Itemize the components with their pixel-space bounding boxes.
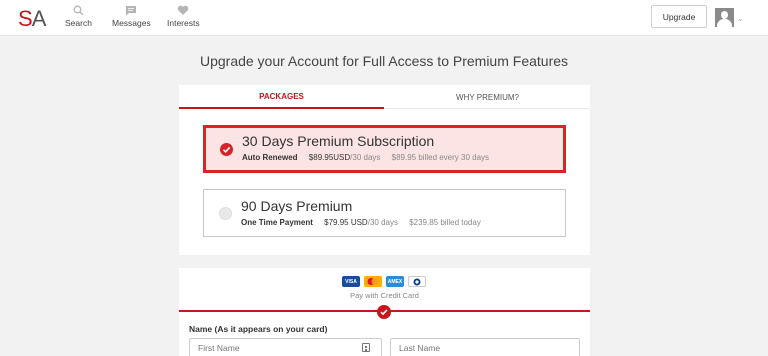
nav-messages[interactable]: Messages — [112, 5, 151, 28]
logo[interactable]: SA — [18, 6, 47, 32]
name-on-card-label: Name (As it appears on your card) — [189, 324, 328, 334]
pay-with-credit-card-note: Pay with Credit Card — [350, 291, 419, 300]
package-title: 90 Days Premium — [241, 198, 353, 214]
payment-card: VISA AMEX Pay with Credit Card Name (As … — [179, 268, 590, 356]
package-price: $89.95USD — [308, 153, 351, 162]
package-option-30-days[interactable]: 30 Days Premium Subscription Auto Renewe… — [203, 125, 566, 173]
tab-packages[interactable]: PACKAGES — [179, 85, 384, 109]
avatar-body — [717, 19, 732, 27]
package-period: /30 days — [367, 218, 398, 227]
amex-icon: AMEX — [386, 276, 404, 287]
first-name-field[interactable] — [189, 338, 382, 356]
top-navbar: SA Search Messages Interests Upgrade ⌄ — [0, 0, 768, 36]
package-type: Auto Renewed — [242, 153, 298, 162]
search-icon — [73, 5, 84, 16]
visa-icon: VISA — [342, 276, 360, 287]
nav-search[interactable]: Search — [65, 5, 92, 28]
accepted-cards: VISA AMEX — [342, 276, 426, 287]
contact-card-icon[interactable] — [362, 343, 370, 352]
radio-checked-icon[interactable] — [220, 143, 233, 156]
package-details: Auto Renewed $89.95USD/30 days $89.95 bi… — [242, 153, 489, 162]
package-option-90-days[interactable]: 90 Days Premium One Time Payment $79.95 … — [203, 189, 566, 237]
package-billing: $239.85 billed today — [409, 218, 481, 227]
package-type: One Time Payment — [241, 218, 313, 227]
avatar[interactable] — [715, 8, 734, 27]
last-name-field[interactable] — [390, 338, 580, 356]
nav-messages-label: Messages — [112, 18, 151, 28]
chat-icon — [126, 6, 137, 16]
nav-interests[interactable]: Interests — [167, 5, 200, 28]
upgrade-button[interactable]: Upgrade — [651, 5, 707, 28]
package-period: /30 days — [350, 153, 381, 162]
checkmark-icon — [222, 146, 231, 153]
chevron-down-icon[interactable]: ⌄ — [737, 14, 744, 23]
radio-unchecked-icon[interactable] — [219, 207, 232, 220]
page-title: Upgrade your Account for Full Access to … — [199, 53, 569, 69]
mastercard-icon — [364, 276, 382, 287]
avatar-head — [721, 11, 728, 19]
package-billing: $89.95 billed every 30 days — [391, 153, 490, 162]
logo-letter-a: A — [31, 6, 47, 31]
diners-club-icon — [408, 276, 426, 287]
package-price: $79.95 USD — [324, 218, 368, 227]
package-details: One Time Payment $79.95 USD/30 days $239… — [241, 218, 481, 227]
tab-why-premium[interactable]: WHY PREMIUM? — [385, 85, 590, 109]
checkmark-icon — [377, 305, 391, 319]
logo-letter-s: S — [18, 6, 33, 31]
heart-icon — [178, 5, 189, 15]
packages-card: PACKAGES WHY PREMIUM? 30 Days Premium Su… — [179, 85, 590, 255]
nav-search-label: Search — [65, 18, 92, 28]
package-title: 30 Days Premium Subscription — [242, 133, 435, 149]
tab-bar: PACKAGES WHY PREMIUM? — [179, 85, 590, 109]
nav-interests-label: Interests — [167, 18, 200, 28]
